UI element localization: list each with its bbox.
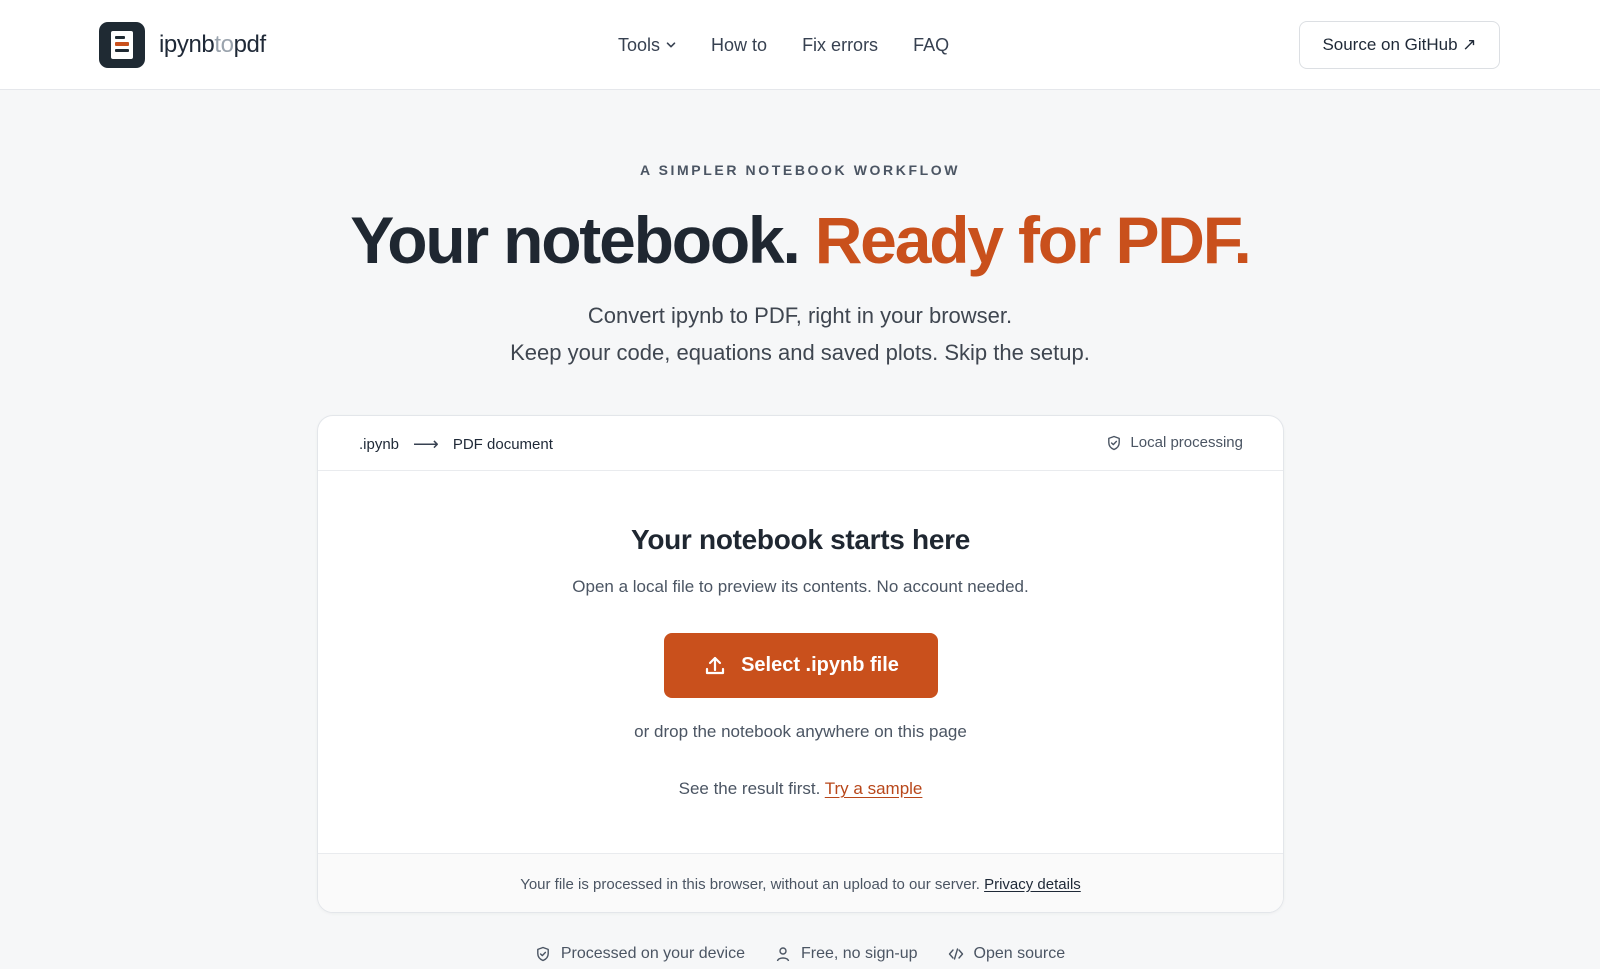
feature-strip: Processed on your device Free, no sign-u… <box>0 939 1600 969</box>
feature-label: Open source <box>973 945 1066 962</box>
feature-item: Free, no sign-up <box>775 939 918 969</box>
local-processing-badge: Local processing <box>1106 434 1243 451</box>
hero-headline: Your notebook. Ready for PDF. <box>0 200 1600 280</box>
source-on-github-button[interactable]: Source on GitHub ↗ <box>1299 21 1500 69</box>
privacy-details-link[interactable]: Privacy details <box>984 876 1081 893</box>
headline-part-2: Ready for PDF. <box>814 203 1252 277</box>
select-ipynb-file-button[interactable]: Select .ipynb file <box>664 633 938 698</box>
flow-to: PDF document <box>452 436 553 453</box>
sample-prefix: See the result first. <box>678 779 821 798</box>
conversion-flow: .ipynb ⟶ PDF document <box>359 434 553 455</box>
feature-label: Processed on your device <box>560 945 745 962</box>
site-header: ipynbtopdf Tools How to Fix errors FAQ S… <box>0 0 1600 90</box>
card-footer: Your file is processed in this browser, … <box>318 853 1283 912</box>
brand-logo-link[interactable]: ipynbtopdf <box>99 22 266 68</box>
hero-subtitle-line-2: Keep your code, equations and saved plot… <box>510 340 1090 365</box>
privacy-note: Your file is processed in this browser, … <box>520 876 980 893</box>
code-icon <box>948 948 963 960</box>
feature-label: Free, no sign-up <box>800 945 918 962</box>
hero-eyebrow: A SIMPLER NOTEBOOK WORKFLOW <box>639 162 961 178</box>
upload-icon <box>705 656 725 674</box>
select-button-label: Select .ipynb file <box>741 654 899 676</box>
nav-item-how-to[interactable]: How to <box>711 35 767 56</box>
card-header: .ipynb ⟶ PDF document Local processing <box>318 416 1283 471</box>
hero-subtitle: Convert ipynb to PDF, right in your brow… <box>0 297 1600 371</box>
card-description: Open a local file to preview its content… <box>572 577 1029 596</box>
converter-card: .ipynb ⟶ PDF document Local processing Y… <box>317 415 1284 913</box>
headline-part-1: Your notebook. <box>350 203 800 277</box>
chevron-down-icon <box>666 42 676 48</box>
try-sample-link[interactable]: Try a sample <box>825 779 923 798</box>
drop-hint: or drop the notebook anywhere on this pa… <box>634 722 967 741</box>
feature-item: Processed on your device <box>535 939 745 969</box>
github-button-label: Source on GitHub ↗ <box>1322 35 1477 54</box>
local-processing-label: Local processing <box>1130 434 1243 451</box>
feature-item: Open source <box>948 939 1066 969</box>
shield-icon <box>536 946 549 962</box>
card-title: Your notebook starts here <box>631 524 970 555</box>
main-nav: Tools How to Fix errors FAQ <box>618 30 949 60</box>
sample-line: See the result first. Try a sample <box>318 779 1283 799</box>
arrow-right-icon: ⟶ <box>413 434 439 454</box>
nav-item-faq[interactable]: FAQ <box>913 35 949 56</box>
user-icon <box>776 947 790 962</box>
nav-label-tools: Tools <box>618 34 661 55</box>
shield-check-icon <box>1108 435 1121 450</box>
brand-name: ipynbtopdf <box>159 31 266 58</box>
nav-item-fix-errors[interactable]: Fix errors <box>802 35 878 56</box>
hero-subtitle-line-1: Convert ipynb to PDF, right in your brow… <box>587 303 1013 328</box>
flow-from: .ipynb <box>359 436 400 453</box>
logo-icon <box>99 22 145 68</box>
nav-item-tools[interactable]: Tools <box>618 35 676 56</box>
